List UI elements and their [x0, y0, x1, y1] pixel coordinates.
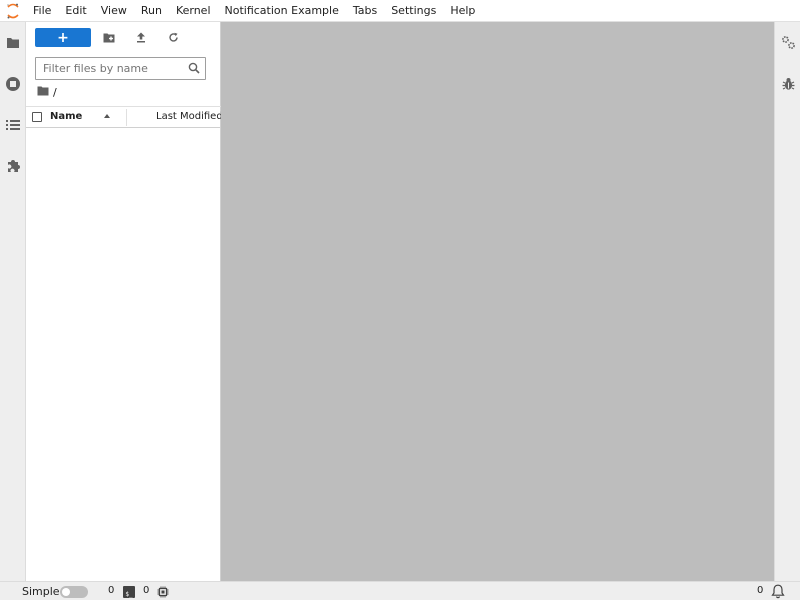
terminal-icon[interactable]: $_ [123, 586, 135, 598]
tab-table-of-contents[interactable] [0, 104, 26, 145]
menu-edit[interactable]: Edit [58, 0, 93, 22]
home-folder-icon[interactable] [37, 86, 49, 99]
column-header-name[interactable]: Name [50, 111, 82, 122]
main-dock-area [221, 22, 774, 581]
breadcrumb-root[interactable]: / [53, 86, 57, 99]
menu-notification-example[interactable]: Notification Example [218, 0, 346, 22]
tab-file-browser[interactable] [0, 22, 26, 63]
breadcrumb: / [37, 85, 57, 99]
menu-file[interactable]: File [26, 0, 58, 22]
file-browser-toolbar: + [26, 22, 221, 54]
bell-icon[interactable] [771, 584, 785, 600]
kernels-count[interactable]: 0 [143, 585, 149, 596]
simple-mode-label: Simple [22, 585, 60, 598]
menu-run[interactable]: Run [134, 0, 169, 22]
jupyter-logo-icon [0, 0, 26, 22]
terminals-count[interactable]: 0 [108, 585, 114, 596]
menu-kernel[interactable]: Kernel [169, 0, 218, 22]
menu-view[interactable]: View [94, 0, 134, 22]
menu-help[interactable]: Help [443, 0, 482, 22]
menubar: File Edit View Run Kernel Notification E… [0, 0, 800, 22]
toc-icon [6, 119, 20, 130]
column-divider[interactable] [126, 109, 127, 126]
new-launcher-label: + [57, 29, 69, 46]
extension-icon [7, 160, 20, 172]
file-browser-panel: + Filter files by name / Name Last Modif… [26, 22, 221, 581]
filter-files-input[interactable] [43, 62, 188, 75]
tab-debugger[interactable] [775, 63, 800, 104]
column-header-last-modified[interactable]: Last Modified [156, 111, 221, 122]
toggle-knob [62, 588, 70, 596]
kernel-icon[interactable] [157, 586, 169, 600]
right-sidebar [774, 22, 800, 581]
new-folder-button[interactable] [97, 28, 121, 47]
tab-extension-manager[interactable] [0, 145, 26, 186]
folder-icon [7, 37, 19, 48]
left-sidebar [0, 22, 26, 581]
running-icon [6, 76, 20, 91]
debugger-icon [782, 77, 794, 90]
filter-box [35, 57, 206, 80]
upload-button[interactable] [129, 28, 153, 47]
select-all-checkbox[interactable] [32, 112, 42, 122]
refresh-button[interactable] [161, 28, 185, 47]
new-folder-icon [103, 33, 115, 42]
simple-mode-toggle[interactable] [60, 586, 88, 598]
tab-property-inspector[interactable] [775, 22, 800, 63]
menu-tabs[interactable]: Tabs [346, 0, 384, 22]
tab-running[interactable] [0, 63, 26, 104]
menu-settings[interactable]: Settings [384, 0, 443, 22]
property-inspector-icon [781, 36, 795, 49]
sort-ascending-icon [104, 114, 110, 118]
refresh-icon [168, 32, 178, 42]
upload-icon [137, 32, 145, 43]
status-bar: Simple 0 $_ 0 0 [0, 581, 800, 600]
notifications-count[interactable]: 0 [757, 585, 763, 596]
new-launcher-button[interactable]: + [35, 28, 91, 47]
search-icon [188, 62, 200, 77]
file-list-header: Name Last Modified [26, 106, 221, 128]
